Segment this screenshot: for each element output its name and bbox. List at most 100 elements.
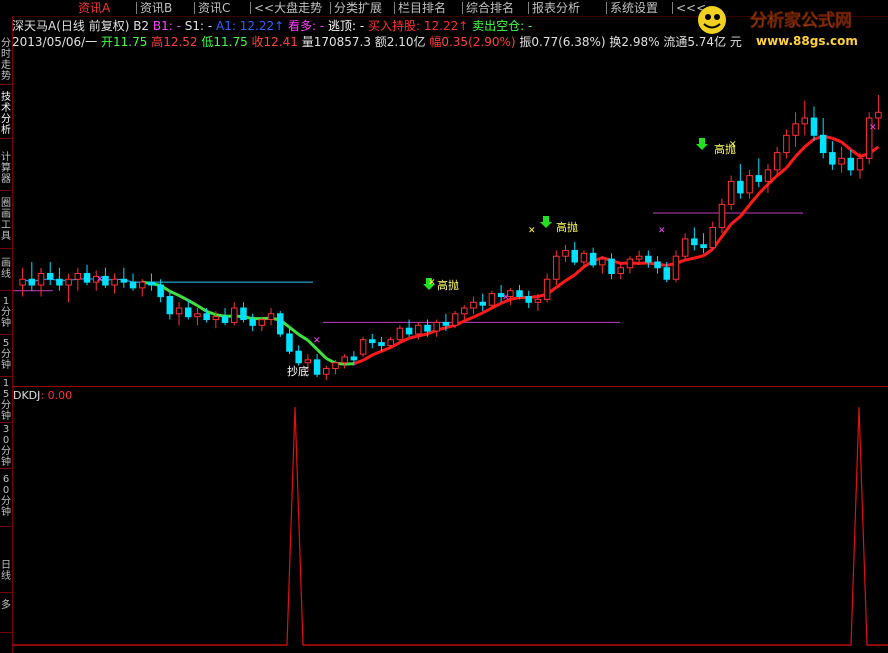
tab-6[interactable]: 栏目排名 xyxy=(398,0,446,16)
tab-5[interactable]: 分类扩展 xyxy=(334,0,382,16)
candle-body[interactable] xyxy=(341,356,348,364)
candle-body[interactable] xyxy=(755,175,763,182)
candle-body[interactable] xyxy=(801,117,809,125)
candle-body[interactable] xyxy=(599,258,606,266)
candle-body[interactable] xyxy=(295,350,302,364)
candle-body[interactable] xyxy=(378,342,385,346)
candle-body[interactable] xyxy=(37,272,45,286)
candle-body[interactable] xyxy=(56,278,63,286)
candle-body[interactable] xyxy=(792,123,799,136)
tab-2[interactable]: 资讯B xyxy=(140,0,172,16)
candle-body[interactable] xyxy=(479,301,486,306)
candle-body[interactable] xyxy=(746,175,753,194)
candle-body[interactable] xyxy=(405,327,413,335)
candle-body[interactable] xyxy=(111,278,118,286)
candle-body[interactable] xyxy=(819,134,827,154)
candle-body[interactable] xyxy=(783,134,790,154)
candle-body[interactable] xyxy=(737,180,744,194)
candle-body[interactable] xyxy=(681,238,689,257)
sidebar-item-11[interactable]: 日线 xyxy=(0,560,12,590)
candle-body[interactable] xyxy=(672,255,680,280)
candle-body[interactable] xyxy=(700,244,707,249)
tab-8[interactable]: 报表分析 xyxy=(532,0,580,16)
tab-7[interactable]: 综合排名 xyxy=(466,0,514,16)
sidebar-item-7[interactable]: 5分钟 xyxy=(0,338,12,374)
candle-body[interactable] xyxy=(286,333,293,352)
candle-body[interactable] xyxy=(773,152,781,171)
candle-body[interactable] xyxy=(635,255,643,260)
candlestick-chart[interactable]: ✕✕✕✕✕✕✕✕ xyxy=(13,50,888,385)
candle-body[interactable] xyxy=(221,316,229,323)
candle-body[interactable] xyxy=(387,339,394,346)
candle-body[interactable] xyxy=(764,169,772,182)
candle-body[interactable] xyxy=(829,152,836,165)
candle-body[interactable] xyxy=(461,307,468,315)
candle-body[interactable] xyxy=(194,313,201,318)
candle-body[interactable] xyxy=(543,278,551,300)
candle-body[interactable] xyxy=(727,180,735,205)
candle-body[interactable] xyxy=(184,307,192,318)
sidebar-item-8[interactable]: 15分钟 xyxy=(0,378,12,422)
candle-body[interactable] xyxy=(663,267,671,280)
candle-body[interactable] xyxy=(258,319,266,326)
candle-body[interactable] xyxy=(240,307,247,321)
sidebar-item-12[interactable]: 多 xyxy=(0,600,12,630)
tab-9[interactable]: 系统设置 xyxy=(610,0,658,16)
candle-body[interactable] xyxy=(74,272,82,280)
candle-body[interactable] xyxy=(359,339,367,355)
candle-body[interactable] xyxy=(350,356,358,361)
candle-body[interactable] xyxy=(19,278,26,286)
candle-body[interactable] xyxy=(323,367,330,375)
candle-body[interactable] xyxy=(138,281,146,289)
candle-body[interactable] xyxy=(691,238,698,246)
candle-body[interactable] xyxy=(847,157,855,171)
candle-body[interactable] xyxy=(65,278,72,286)
candle-body[interactable] xyxy=(810,117,818,136)
candle-body[interactable] xyxy=(488,293,496,306)
candle-body[interactable] xyxy=(589,252,597,266)
candle-body[interactable] xyxy=(249,319,256,326)
sidebar-item-2[interactable]: 技术分析 xyxy=(0,92,12,136)
candle-body[interactable] xyxy=(470,301,477,309)
candle-body[interactable] xyxy=(709,226,717,249)
candle-body[interactable] xyxy=(120,278,128,283)
tab-4[interactable]: <<大盘走势 xyxy=(254,0,322,16)
candle-body[interactable] xyxy=(562,249,569,257)
candle-body[interactable] xyxy=(424,324,431,332)
candle-body[interactable] xyxy=(525,296,532,303)
candle-body[interactable] xyxy=(856,157,864,171)
candle-body[interactable] xyxy=(442,321,450,326)
candle-body[interactable] xyxy=(580,252,588,263)
candle-body[interactable] xyxy=(277,313,284,335)
candle-body[interactable] xyxy=(203,313,210,321)
candle-body[interactable] xyxy=(451,313,459,326)
candle-body[interactable] xyxy=(175,307,183,315)
candle-body[interactable] xyxy=(718,203,726,228)
sidebar-item-5[interactable]: 画线 xyxy=(0,258,12,288)
candle-body[interactable] xyxy=(28,278,36,286)
tab-1[interactable]: 资讯A xyxy=(78,0,110,16)
candle-body[interactable] xyxy=(83,272,91,283)
candle-body[interactable] xyxy=(267,313,275,321)
candle-body[interactable] xyxy=(617,267,624,274)
sidebar-item-9[interactable]: 30分钟 xyxy=(0,424,12,468)
candle-body[interactable] xyxy=(534,298,542,303)
candle-body[interactable] xyxy=(838,157,845,165)
sidebar-item-10[interactable]: 60分钟 xyxy=(0,474,12,524)
candle-body[interactable] xyxy=(553,255,560,280)
candle-body[interactable] xyxy=(433,321,440,332)
candle-body[interactable] xyxy=(645,255,652,263)
sidebar-item-3[interactable]: 计算器 xyxy=(0,152,12,188)
candle-body[interactable] xyxy=(654,261,661,269)
sidebar-item-1[interactable]: 分时走势 xyxy=(0,38,12,82)
candle-body[interactable] xyxy=(516,290,523,298)
candle-body[interactable] xyxy=(626,258,634,269)
candle-body[interactable] xyxy=(396,327,404,341)
candle-body[interactable] xyxy=(332,362,339,369)
candle-body[interactable] xyxy=(212,316,220,321)
candle-body[interactable] xyxy=(157,284,164,298)
candle-body[interactable] xyxy=(129,281,137,289)
candle-body[interactable] xyxy=(148,281,155,286)
indicator-chart[interactable] xyxy=(13,387,888,653)
candle-body[interactable] xyxy=(230,307,238,323)
